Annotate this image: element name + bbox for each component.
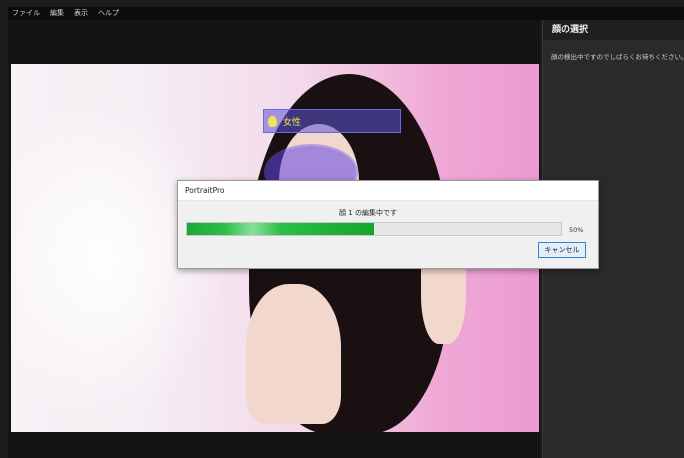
cancel-button[interactable]: キャンセル xyxy=(538,242,586,258)
progress-bar xyxy=(186,222,562,236)
menu-edit[interactable]: 編集 xyxy=(46,7,70,20)
menu-view[interactable]: 表示 xyxy=(70,7,94,20)
app-window: ファイル 編集 表示 ヘルプ 女性 顔の選択 顔の検出中ですのでしばらくお待ちく… xyxy=(0,0,684,458)
dialog-title: PortraitPro xyxy=(178,181,598,201)
menu-file[interactable]: ファイル xyxy=(8,7,46,20)
status-text: 顔 1 の編集中です xyxy=(339,209,397,217)
progress-fill xyxy=(187,223,374,235)
portrait-shoulder xyxy=(246,284,341,424)
menu-help[interactable]: ヘルプ xyxy=(94,7,125,20)
face-tag-label: 女性 xyxy=(283,117,302,128)
progress-dialog: PortraitPro 顔 1 の編集中です 50% キャンセル xyxy=(177,180,599,269)
face-tag[interactable]: 女性 xyxy=(263,109,401,133)
menu-bar: ファイル 編集 表示 ヘルプ xyxy=(8,7,684,20)
panel-description: 顔の検出中ですのでしばらくお待ちください。 xyxy=(551,53,684,61)
panel-title: 顔の選択 xyxy=(543,20,684,40)
progress-percent: 50% xyxy=(569,226,584,234)
lightbulb-icon xyxy=(268,115,277,127)
